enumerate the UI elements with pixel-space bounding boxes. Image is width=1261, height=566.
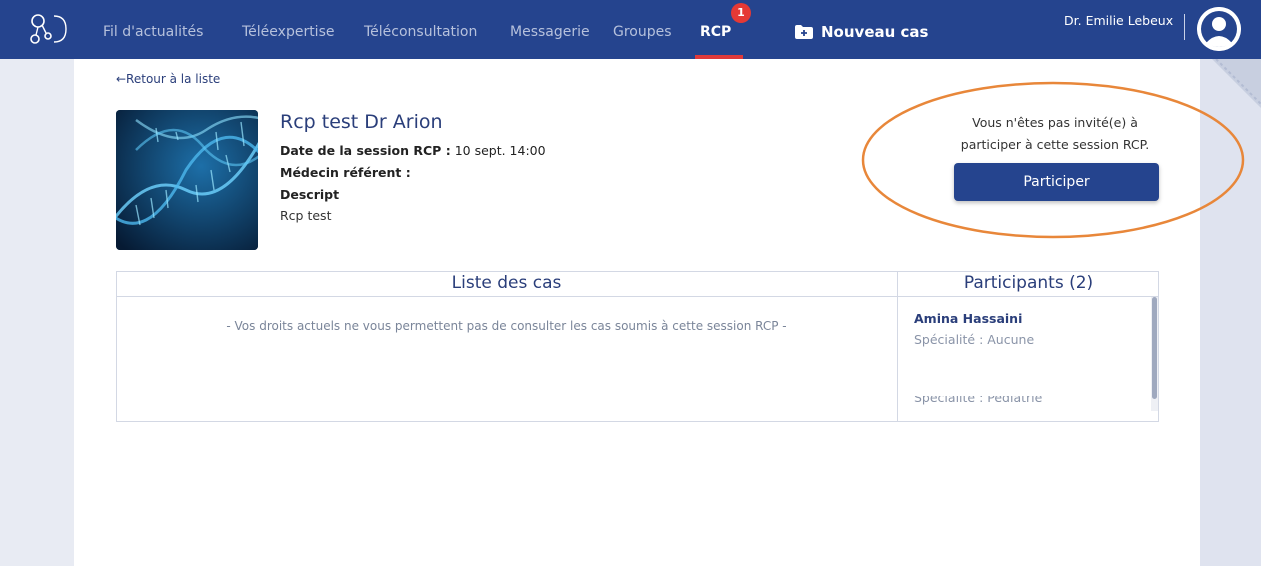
cases-empty-message: - Vos droits actuels ne vous permettent … <box>226 319 787 333</box>
participant-specialty: Spécialité : Pédiatrie <box>914 396 1043 405</box>
user-name[interactable]: Dr. Emilie Lebeux <box>1064 13 1173 28</box>
session-date-label: Date de la session RCP : <box>280 143 451 158</box>
session-title: Rcp test Dr Arion <box>280 111 443 133</box>
participant-name[interactable]: Amina Hassaini <box>914 311 1022 326</box>
description-text: Rcp test <box>280 208 332 223</box>
folder-plus-icon <box>795 25 813 39</box>
participants-scrollbar-thumb[interactable] <box>1152 297 1157 399</box>
description-label: Descript <box>280 187 340 202</box>
avatar-icon[interactable] <box>1197 7 1241 51</box>
nav-item-teleconsultation[interactable]: Téléconsultation <box>364 24 477 40</box>
description-heading: Descript <box>280 187 339 202</box>
nav-item-teleexpertise[interactable]: Téléexpertise <box>242 24 334 40</box>
participants-header: Participants (2) <box>963 273 1094 293</box>
panel-divider <box>897 271 898 422</box>
participant-specialty: Spécialité : Aucune <box>914 332 1035 347</box>
referent-doctor-label: Médecin référent : <box>280 165 411 180</box>
left-margin <box>0 59 74 566</box>
new-case-label: Nouveau cas <box>821 23 929 41</box>
corner-stripe-decoration <box>1212 59 1261 108</box>
logo-icon[interactable] <box>28 12 70 46</box>
session-thumbnail <box>116 110 258 250</box>
nav-item-rcp[interactable]: RCP <box>700 24 731 40</box>
right-margin <box>1200 59 1261 566</box>
rcp-notification-badge: 1 <box>731 3 751 23</box>
top-nav-bar: Fil d'actualités Téléexpertise Téléconsu… <box>0 0 1261 59</box>
not-invited-message: Vous n'êtes pas invité(e) à participer à… <box>960 115 1150 152</box>
nav-item-groupes[interactable]: Groupes <box>613 24 672 40</box>
nav-item-fil-actualites[interactable]: Fil d'actualités <box>103 24 203 40</box>
new-case-button[interactable]: Nouveau cas <box>795 23 928 41</box>
session-date-value: 10 sept. 14:00 <box>454 143 546 158</box>
panel-header-line <box>116 296 1159 297</box>
session-date: Date de la session RCP : 10 sept. 14:00 <box>280 143 546 158</box>
nav-item-messagerie[interactable]: Messagerie <box>510 24 590 40</box>
back-to-list-link[interactable]: ←Retour à la liste <box>116 72 220 86</box>
participate-button[interactable]: Participer <box>954 163 1159 201</box>
cases-list-header: Liste des cas <box>451 273 562 293</box>
referent-doctor: Médecin référent : <box>280 165 411 180</box>
user-divider <box>1184 14 1185 40</box>
